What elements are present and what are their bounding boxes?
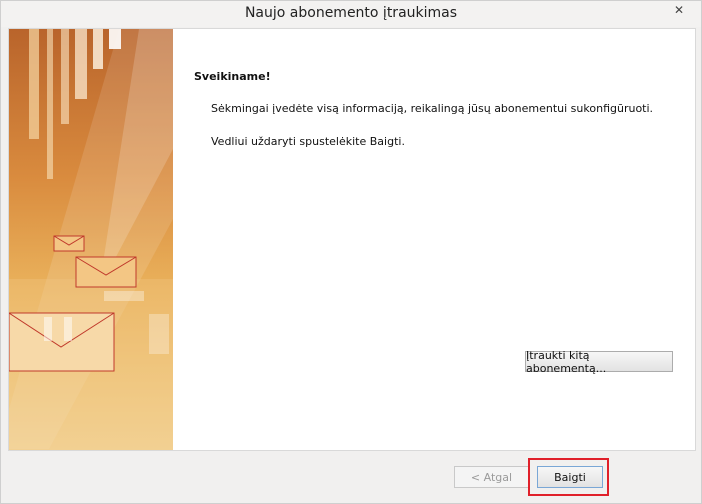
- side-illustration: [9, 29, 173, 450]
- finish-button[interactable]: Baigti: [537, 466, 603, 488]
- dialog-window: Naujo abonemento įtraukimas ✕ Sveikiname…: [0, 0, 702, 504]
- wizard-content: Sveikiname! Sėkmingai įvedėte visą infor…: [8, 28, 696, 451]
- add-another-account-button[interactable]: Įtraukti kitą abonementą...: [525, 349, 673, 375]
- title-bar: Naujo abonemento įtraukimas ✕: [1, 1, 701, 27]
- back-button[interactable]: < Atgal: [454, 466, 529, 488]
- wizard-footer: < Atgal Baigti: [1, 451, 701, 503]
- success-message: Sėkmingai įvedėte visą informaciją, reik…: [211, 102, 654, 115]
- window-title: Naujo abonemento įtraukimas: [244, 5, 458, 21]
- close-button[interactable]: ✕: [663, 1, 695, 19]
- close-icon: ✕: [673, 3, 685, 17]
- envelope-illustration-icon: [9, 29, 173, 450]
- page-heading: Sveikiname!: [194, 70, 271, 83]
- wizard-pane: Sveikiname! Sėkmingai įvedėte visą infor…: [173, 29, 695, 450]
- close-instruction: Vedliui uždaryti spustelėkite Baigti.: [211, 135, 405, 148]
